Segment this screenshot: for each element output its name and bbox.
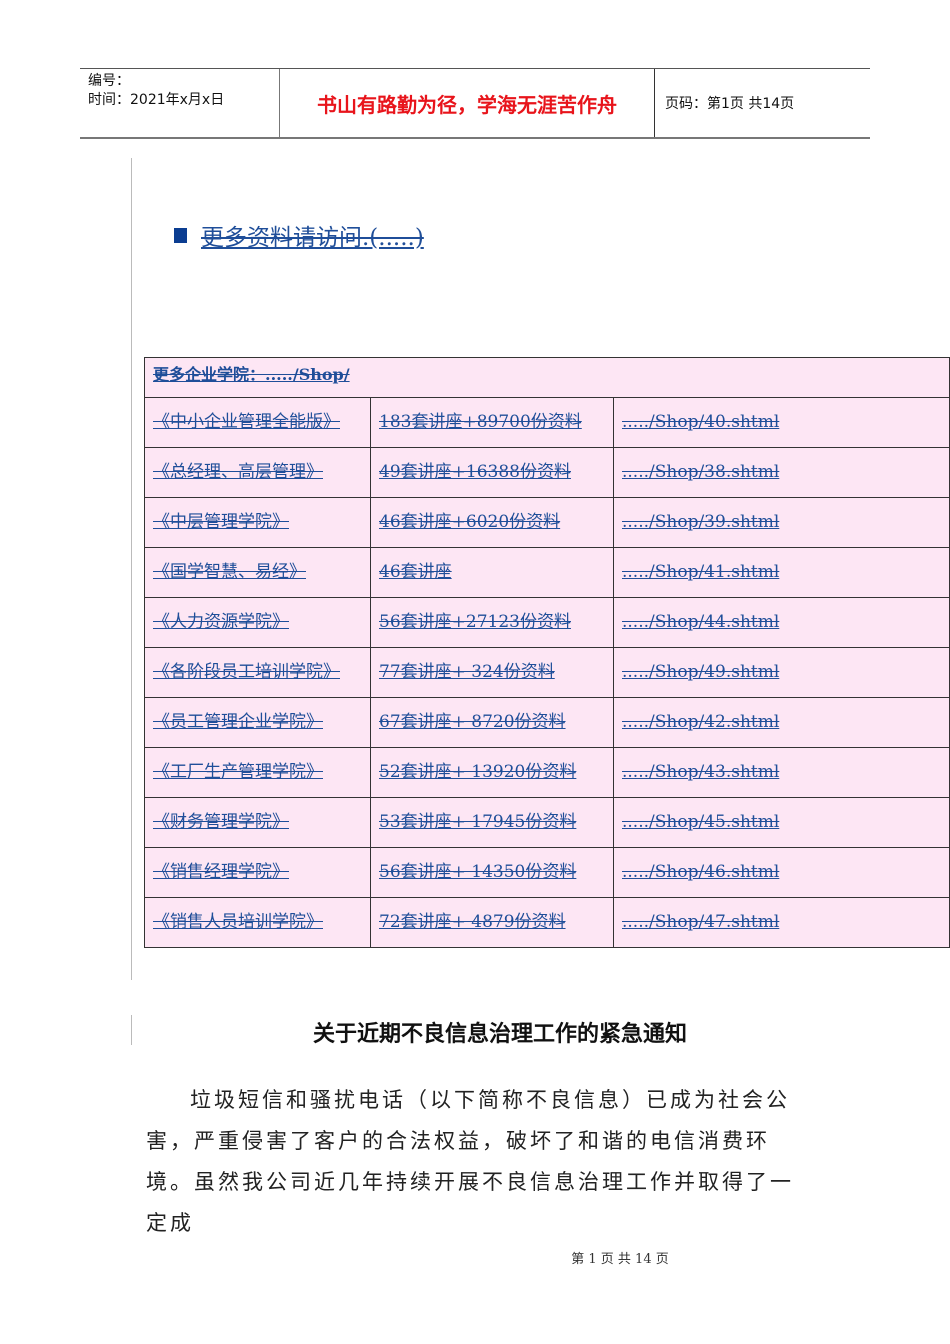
course-count-link[interactable]: 53套讲座+ 17945份资料 (379, 812, 576, 832)
course-count-link[interactable]: 46套讲座+6020份资料 (379, 512, 560, 532)
table-cell: ...../Shop/47.shtml (613, 897, 950, 948)
course-url-link[interactable]: ...../Shop/44.shtml (622, 612, 779, 632)
table-cell: 77套讲座+ 324份资料 (370, 647, 614, 698)
page-header: 编号： 时间：2021年x月x日 书山有路勤为径，学海无涯苦作舟 页码：第1页 共… (80, 68, 870, 139)
table-row: 《销售人员培训学院》 72套讲座+ 4879份资料 ...../Shop/47.sh… (144, 897, 950, 948)
table-cell: 《中小企业管理全能版》 (144, 397, 371, 448)
table-cell: 46套讲座 (370, 547, 614, 598)
table-cell: 49套讲座+16388份资料 (370, 447, 614, 498)
course-name-link[interactable]: 《人力资源学院》 (153, 612, 289, 632)
table-cell: 《总经理、高层管理》 (144, 447, 371, 498)
course-name-link[interactable]: 《销售人员培训学院》 (153, 912, 323, 932)
table-cell: 《国学智慧、易经》 (144, 547, 371, 598)
table-row: 《国学智慧、易经》 46套讲座 ...../Shop/41.shtml (144, 547, 950, 598)
table-row: 《销售经理学院》 56套讲座+ 14350份资料 ...../Shop/46.sht… (144, 847, 950, 898)
table-row: 《财务管理学院》 53套讲座+ 17945份资料 ...../Shop/45.sht… (144, 797, 950, 848)
header-meta: 编号： 时间：2021年x月x日 (80, 69, 280, 137)
course-url-link[interactable]: ...../Shop/41.shtml (622, 562, 779, 582)
table-cell: 《财务管理学院》 (144, 797, 371, 848)
course-name-link[interactable]: 《员工管理企业学院》 (153, 712, 323, 732)
course-url-link[interactable]: ...../Shop/45.shtml (622, 812, 779, 832)
course-count-link[interactable]: 49套讲座+16388份资料 (379, 462, 571, 482)
course-name-link[interactable]: 《工厂生产管理学院》 (153, 762, 323, 782)
table-row: 《各阶段员工培训学院》 77套讲座+ 324份资料 ...../Shop/49.sh… (144, 647, 950, 698)
table-cell: 72套讲座+ 4879份资料 (370, 897, 614, 948)
motto: 书山有路勤为径，学海无涯苦作舟 (280, 69, 655, 137)
more-resources-link[interactable]: 更多资料请访问.(.....) (201, 225, 424, 251)
table-cell: ...../Shop/39.shtml (613, 497, 950, 548)
doc-title: 关于近期不良信息治理工作的紧急通知 (312, 1021, 687, 1047)
table-cell: ...../Shop/43.shtml (613, 747, 950, 798)
table-cell: 52套讲座+ 13920份资料 (370, 747, 614, 798)
table-cell: 53套讲座+ 17945份资料 (370, 797, 614, 848)
table-cell: 67套讲座+ 8720份资料 (370, 697, 614, 748)
resources-table: 更多企业学院：...../Shop/ 《中小企业管理全能版》 183套讲座+8970… (144, 357, 950, 948)
course-name-link[interactable]: 《中小企业管理全能版》 (153, 412, 340, 432)
course-count-link[interactable]: 77套讲座+ 324份资料 (379, 662, 555, 682)
table-cell: 《中层管理学院》 (144, 497, 371, 548)
course-count-link[interactable]: 183套讲座+89700份资料 (379, 412, 582, 432)
course-name-link[interactable]: 《总经理、高层管理》 (153, 462, 323, 482)
table-cell: 《销售经理学院》 (144, 847, 371, 898)
table-cell: 《各阶段员工培训学院》 (144, 647, 371, 698)
table-row: 《人力资源学院》 56套讲座+27123份资料 ...../Shop/44.shtm… (144, 597, 950, 648)
table-row: 《总经理、高层管理》 49套讲座+16388份资料 ...../Shop/38.sh… (144, 447, 950, 498)
table-cell: 56套讲座+ 14350份资料 (370, 847, 614, 898)
table-cell: 46套讲座+6020份资料 (370, 497, 614, 548)
table-cell: ...../Shop/40.shtml (613, 397, 950, 448)
document-page: 编号： 时间：2021年x月x日 书山有路勤为径，学海无涯苦作舟 页码：第1页 共… (0, 0, 950, 1344)
table-cell: ...../Shop/41.shtml (613, 547, 950, 598)
course-url-link[interactable]: ...../Shop/42.shtml (622, 712, 779, 732)
table-row: 《员工管理企业学院》 67套讲座+ 8720份资料 ...../Shop/42.sh… (144, 697, 950, 748)
table-cell: 183套讲座+89700份资料 (370, 397, 614, 448)
page-info: 页码：第1页 共14页 (665, 96, 795, 112)
table-row: 《中层管理学院》 46套讲座+6020份资料 ...../Shop/39.shtml (144, 497, 950, 548)
course-url-link[interactable]: ...../Shop/38.shtml (622, 462, 779, 482)
course-url-link[interactable]: ...../Shop/49.shtml (622, 662, 779, 682)
course-count-link[interactable]: 52套讲座+ 13920份资料 (379, 762, 576, 782)
table-header-link[interactable]: 更多企业学院：...../Shop/ (153, 365, 350, 384)
square-bullet-icon (174, 228, 187, 243)
table-row: 《工厂生产管理学院》 52套讲座+ 13920份资料 ...../Shop/43.s… (144, 747, 950, 798)
table-cell: 56套讲座+27123份资料 (370, 597, 614, 648)
table-cell: 《员工管理企业学院》 (144, 697, 371, 748)
course-count-link[interactable]: 46套讲座 (379, 562, 452, 582)
table-cell: 《工厂生产管理学院》 (144, 747, 371, 798)
table-cell: ...../Shop/44.shtml (613, 597, 950, 648)
course-count-link[interactable]: 72套讲座+ 4879份资料 (379, 912, 566, 932)
table-cell: ...../Shop/45.shtml (613, 797, 950, 848)
more-resources: 更多资料请访问.(.....) (174, 218, 424, 252)
margin-line (131, 158, 132, 980)
time-label: 时间：2021年x月x日 (88, 92, 225, 108)
course-name-link[interactable]: 《各阶段员工培训学院》 (153, 662, 340, 682)
page-footer: 第 1 页 共 14 页 (571, 1252, 669, 1267)
course-name-link[interactable]: 《销售经理学院》 (153, 862, 289, 882)
course-url-link[interactable]: ...../Shop/39.shtml (622, 512, 779, 532)
table-cell: ...../Shop/46.shtml (613, 847, 950, 898)
course-url-link[interactable]: ...../Shop/43.shtml (622, 762, 779, 782)
table-row: 《中小企业管理全能版》 183套讲座+89700份资料 ...../Shop/40.… (144, 397, 950, 448)
table-cell: 《销售人员培训学院》 (144, 897, 371, 948)
course-url-link[interactable]: ...../Shop/46.shtml (622, 862, 779, 882)
course-name-link[interactable]: 《中层管理学院》 (153, 512, 289, 532)
course-count-link[interactable]: 56套讲座+27123份资料 (379, 612, 571, 632)
body-paragraph: 垃圾短信和骚扰电话（以下简称不良信息）已成为社会公害，严重侵害了客户的合法权益，… (146, 1088, 794, 1235)
table-cell: ...../Shop/42.shtml (613, 697, 950, 748)
table-cell: 《人力资源学院》 (144, 597, 371, 648)
course-count-link[interactable]: 67套讲座+ 8720份资料 (379, 712, 566, 732)
table-cell: ...../Shop/38.shtml (613, 447, 950, 498)
course-name-link[interactable]: 《财务管理学院》 (153, 812, 289, 832)
course-name-link[interactable]: 《国学智慧、易经》 (153, 562, 306, 582)
course-url-link[interactable]: ...../Shop/47.shtml (622, 912, 779, 932)
number-label: 编号： (88, 73, 130, 89)
table-cell: ...../Shop/49.shtml (613, 647, 950, 698)
course-url-link[interactable]: ...../Shop/40.shtml (622, 412, 779, 432)
course-count-link[interactable]: 56套讲座+ 14350份资料 (379, 862, 576, 882)
